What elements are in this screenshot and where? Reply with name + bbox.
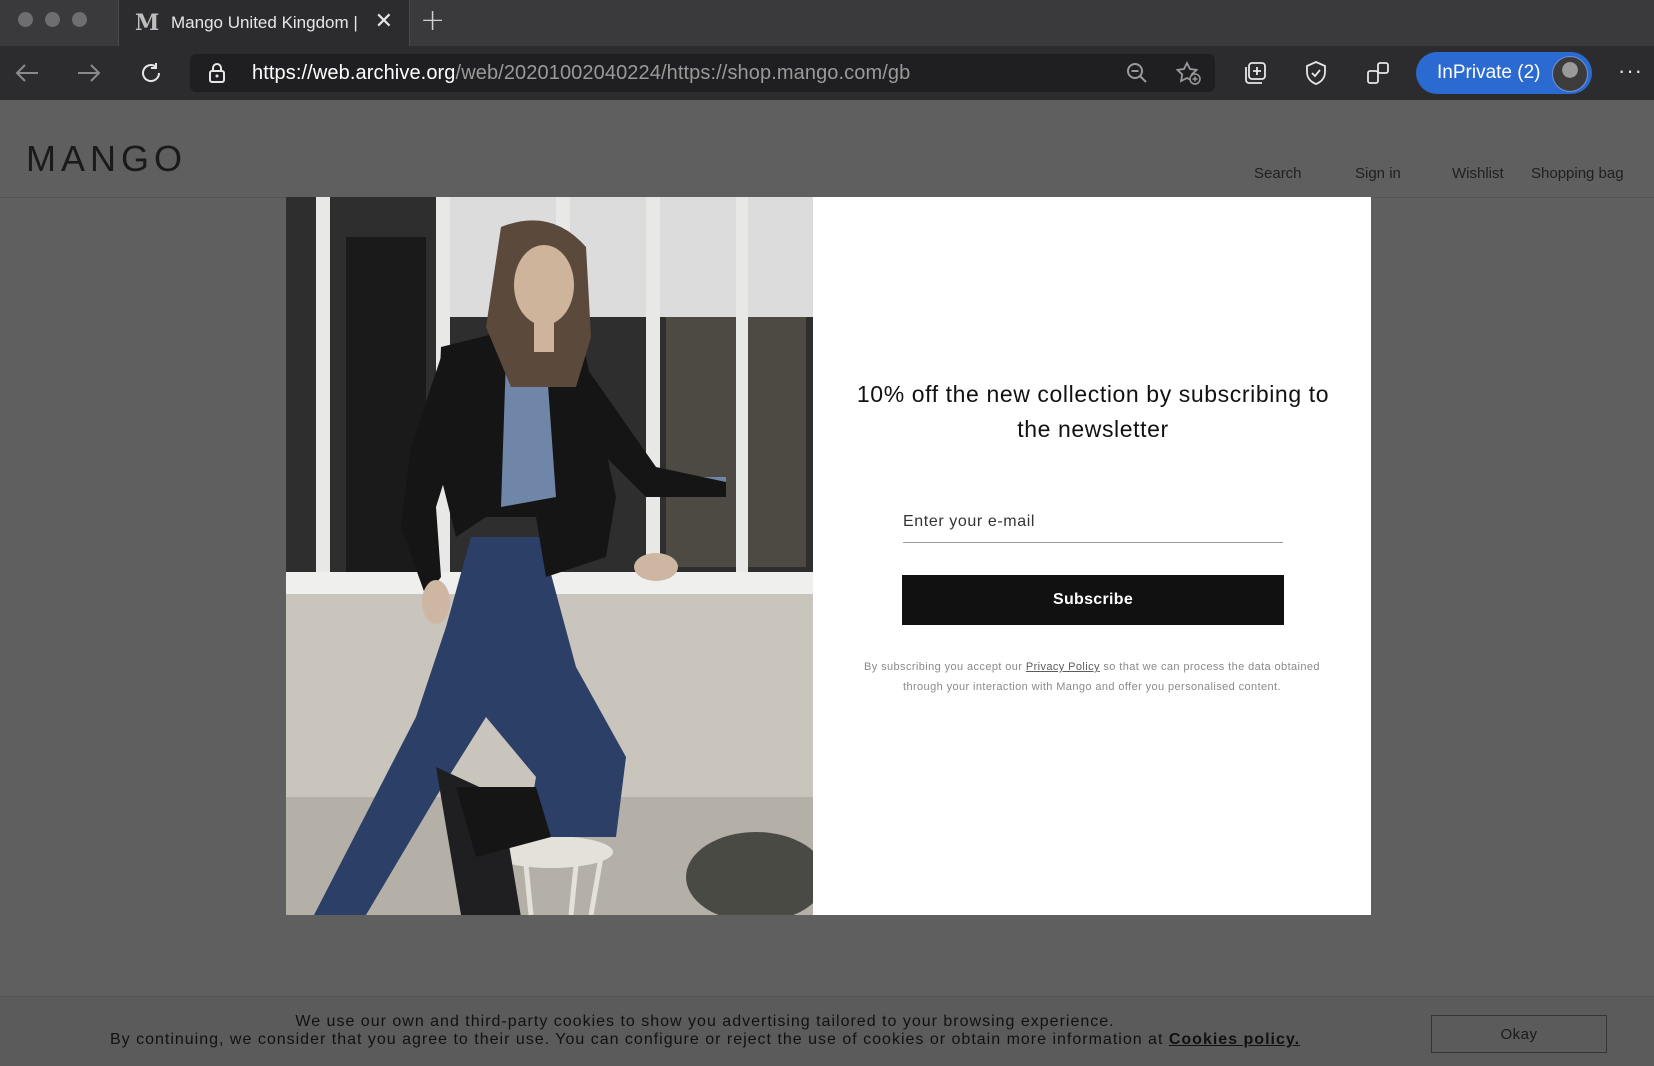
avatar [1552, 56, 1588, 92]
newsletter-headline: 10% off the new collection by subscribin… [856, 381, 1330, 442]
new-tab-icon[interactable]: + [420, 6, 445, 36]
mango-logo[interactable]: MANGO [26, 138, 187, 180]
close-tab-icon[interactable]: ✕ [375, 10, 393, 32]
cookie-message-line2-text: By continuing, we consider that you agre… [109, 1031, 1169, 1048]
collections-icon[interactable] [1238, 56, 1272, 90]
newsletter-form: 10% off the new collection by subscribin… [813, 197, 1371, 915]
active-tab[interactable]: M Mango United Kingdom | ✕ [118, 0, 410, 46]
url-scheme: https:// [252, 62, 313, 84]
nav-wishlist-link[interactable]: Wishlist [1452, 165, 1504, 182]
zoom-out-icon[interactable] [1125, 61, 1149, 85]
privacy-policy-link[interactable]: Privacy Policy [1026, 661, 1100, 673]
minimize-window-button[interactable] [45, 12, 60, 27]
lock-icon[interactable] [208, 63, 226, 88]
nav-shopping-bag-link[interactable]: Shopping bag [1531, 165, 1624, 182]
web-page: MANGO Search Sign in Wishlist Shopping b… [0, 100, 1654, 1066]
email-field[interactable] [903, 502, 1283, 543]
inprivate-profile-button[interactable]: InPrivate (2) [1416, 52, 1592, 94]
forward-arrow-icon[interactable] [72, 56, 106, 90]
cookies-policy-link[interactable]: Cookies policy. [1169, 1031, 1300, 1048]
more-menu-icon[interactable]: ··· [1618, 58, 1643, 84]
privacy-notice: By subscribing you accept our Privacy Po… [853, 657, 1331, 697]
cookie-banner: We use our own and third-party cookies t… [0, 996, 1654, 1066]
add-favorite-icon[interactable] [1175, 60, 1201, 85]
subscribe-button[interactable]: Subscribe [902, 575, 1284, 625]
url-path: /web/20201002040224/https://shop.mango.c… [455, 62, 911, 84]
nav-search-link[interactable]: Search [1254, 165, 1302, 182]
inprivate-label: InPrivate (2) [1437, 62, 1541, 83]
cookie-okay-button[interactable]: Okay [1431, 1015, 1607, 1053]
share-devices-icon[interactable] [1361, 56, 1395, 90]
url-host: web.archive.org [312, 62, 456, 84]
tab-title: Mango United Kingdom | [171, 13, 358, 32]
newsletter-modal: 10% off the new collection by subscribin… [286, 197, 1371, 915]
close-window-button[interactable] [18, 12, 33, 27]
shield-extension-icon[interactable] [1299, 56, 1333, 90]
tab-bar: M Mango United Kingdom | ✕ + [0, 0, 1654, 46]
address-bar[interactable]: https://web.archive.org/web/202010020402… [190, 54, 1215, 92]
cookie-message-line2: By continuing, we consider that you agre… [0, 1031, 1410, 1049]
browser-toolbar: https://web.archive.org/web/202010020402… [0, 46, 1654, 100]
privacy-notice-text-start: By subscribing you accept our [864, 661, 1026, 673]
mango-favicon-icon: M [135, 10, 160, 36]
nav-sign-in-link[interactable]: Sign in [1355, 165, 1401, 182]
site-header: MANGO Search Sign in Wishlist Shopping b… [0, 100, 1654, 198]
back-arrow-icon[interactable] [10, 56, 44, 90]
cookie-message: We use our own and third-party cookies t… [0, 1013, 1410, 1049]
url-text[interactable]: https://web.archive.org/web/202010020402… [252, 62, 910, 85]
campaign-photo [286, 197, 813, 915]
refresh-icon[interactable] [134, 56, 168, 90]
zoom-window-button[interactable] [72, 12, 87, 27]
cookie-message-line1: We use our own and third-party cookies t… [295, 1013, 1115, 1030]
